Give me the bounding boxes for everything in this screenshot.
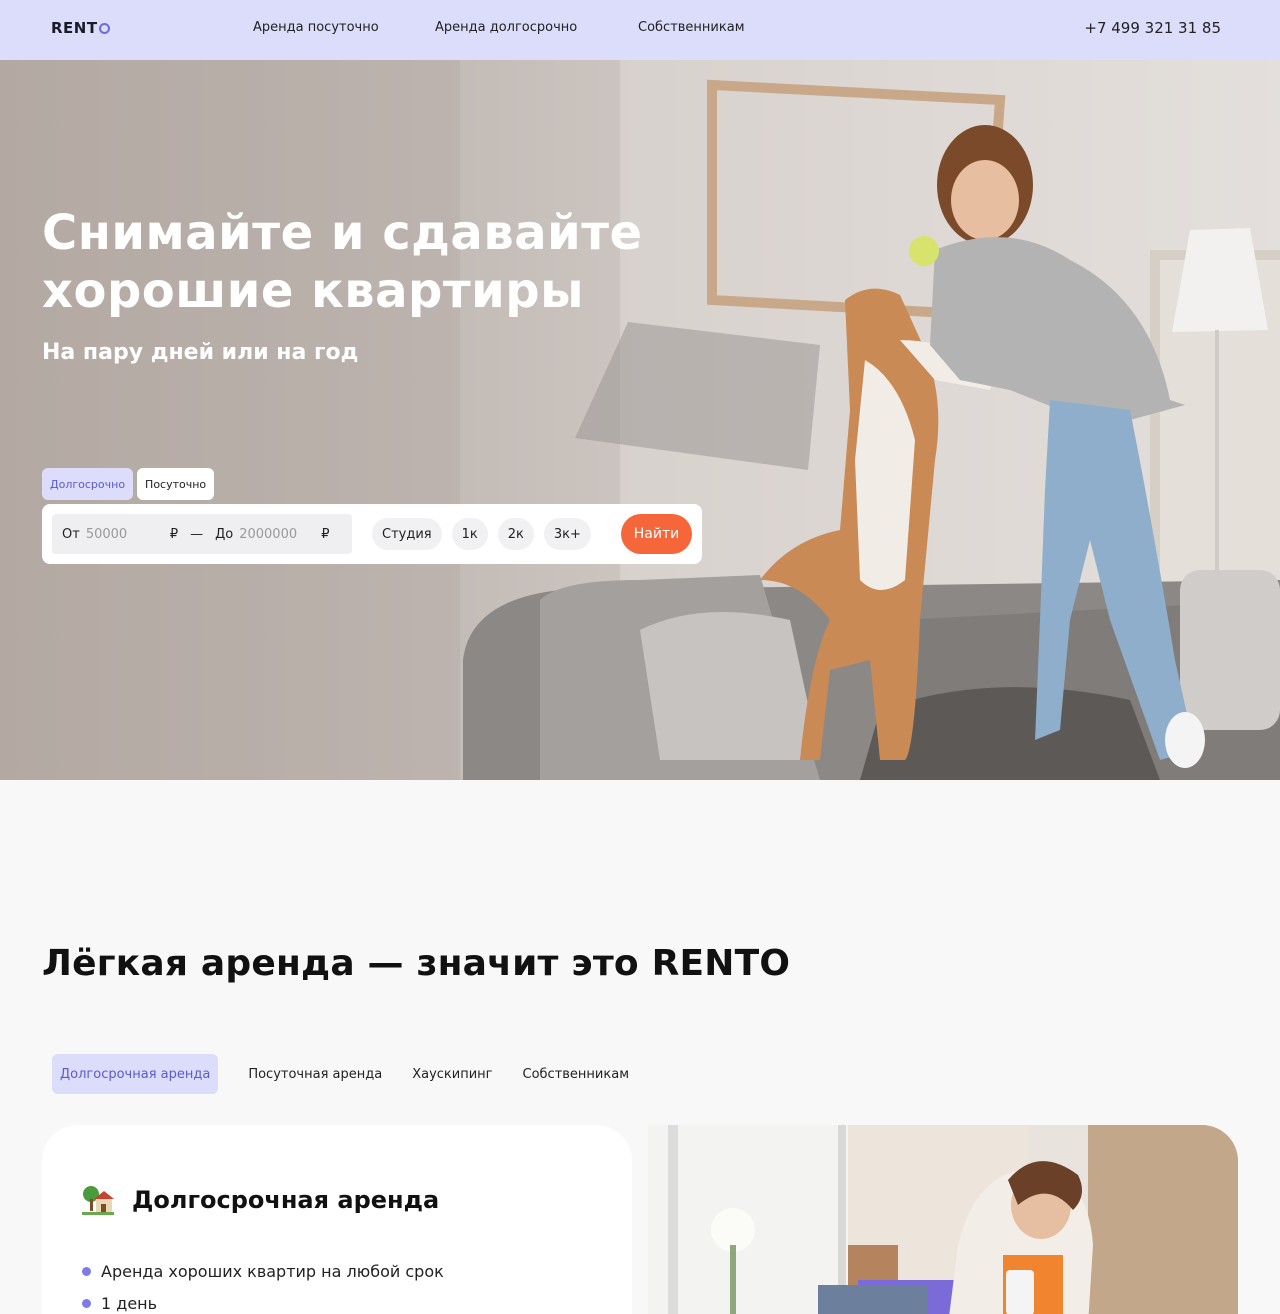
house-with-tree-icon bbox=[82, 1186, 114, 1215]
long-term-card: Долгосрочная аренда Аренда хороших кварт… bbox=[42, 1125, 632, 1314]
tab-housekeeping[interactable]: Хаускипинг bbox=[404, 1054, 500, 1094]
price-from-input[interactable] bbox=[85, 526, 164, 542]
card-feature-list: Аренда хороших квартир на любой срок 1 д… bbox=[82, 1255, 444, 1314]
tab-daily-rent[interactable]: Посуточная аренда bbox=[240, 1054, 390, 1094]
hero-subtitle: На пару дней или на год bbox=[42, 340, 359, 365]
list-item: Аренда хороших квартир на любой срок bbox=[82, 1255, 444, 1287]
price-from-label: От bbox=[62, 526, 80, 542]
site-header: RENT Аренда посуточно Аренда долгосрочно… bbox=[0, 0, 1280, 60]
list-item: 1 день bbox=[82, 1287, 444, 1314]
price-range: От ₽ — До ₽ bbox=[52, 514, 352, 554]
nav-long-rent[interactable]: Аренда долгосрочно bbox=[435, 20, 577, 35]
section-tabs: Долгосрочная аренда Посуточная аренда Ха… bbox=[52, 1054, 651, 1094]
hero-section: Снимайте и сдавайте хорошие квартиры На … bbox=[0, 60, 1280, 780]
price-to-label: До bbox=[215, 526, 234, 542]
nav-daily-rent[interactable]: Аренда посуточно bbox=[253, 20, 379, 35]
range-dash: — bbox=[190, 526, 204, 542]
hero-photo bbox=[0, 60, 1280, 780]
bullet-dot bbox=[82, 1298, 91, 1308]
card-header: Долгосрочная аренда bbox=[82, 1185, 439, 1215]
phone-link[interactable]: +7 499 321 31 85 bbox=[1084, 19, 1221, 37]
card-title: Долгосрочная аренда bbox=[132, 1186, 440, 1214]
rent-mode-tabs: Долгосрочно Посуточно bbox=[42, 468, 215, 500]
ruble-sign-from: ₽ bbox=[169, 526, 179, 542]
hero-title: Снимайте и сдавайте хорошие квартиры bbox=[42, 205, 643, 319]
chip-studio[interactable]: Студия bbox=[372, 518, 442, 550]
bullet-dot bbox=[82, 1266, 91, 1276]
chip-2k[interactable]: 2к bbox=[497, 518, 534, 550]
search-bar: От ₽ — До ₽ Студия 1к 2к 3к+ Найти bbox=[42, 504, 702, 564]
woman-with-phone-photo bbox=[648, 1125, 1238, 1314]
tab-long-term-rent[interactable]: Долгосрочная аренда bbox=[52, 1054, 219, 1094]
chip-1k[interactable]: 1к bbox=[451, 518, 488, 550]
tab-daily[interactable]: Посуточно bbox=[137, 468, 215, 500]
section-title: Лёгкая аренда — значит это RENTO bbox=[42, 943, 791, 984]
logo-o-mark bbox=[98, 22, 110, 34]
find-button[interactable]: Найти bbox=[621, 514, 692, 554]
price-to-input[interactable] bbox=[239, 526, 316, 542]
nav-owners[interactable]: Собственникам bbox=[638, 20, 745, 35]
ruble-sign-to: ₽ bbox=[321, 526, 330, 542]
chip-3k-plus[interactable]: 3к+ bbox=[543, 518, 591, 550]
tab-owners[interactable]: Собственникам bbox=[515, 1054, 638, 1094]
logo[interactable]: RENT bbox=[51, 19, 110, 37]
tab-long-term[interactable]: Долгосрочно bbox=[42, 468, 134, 500]
